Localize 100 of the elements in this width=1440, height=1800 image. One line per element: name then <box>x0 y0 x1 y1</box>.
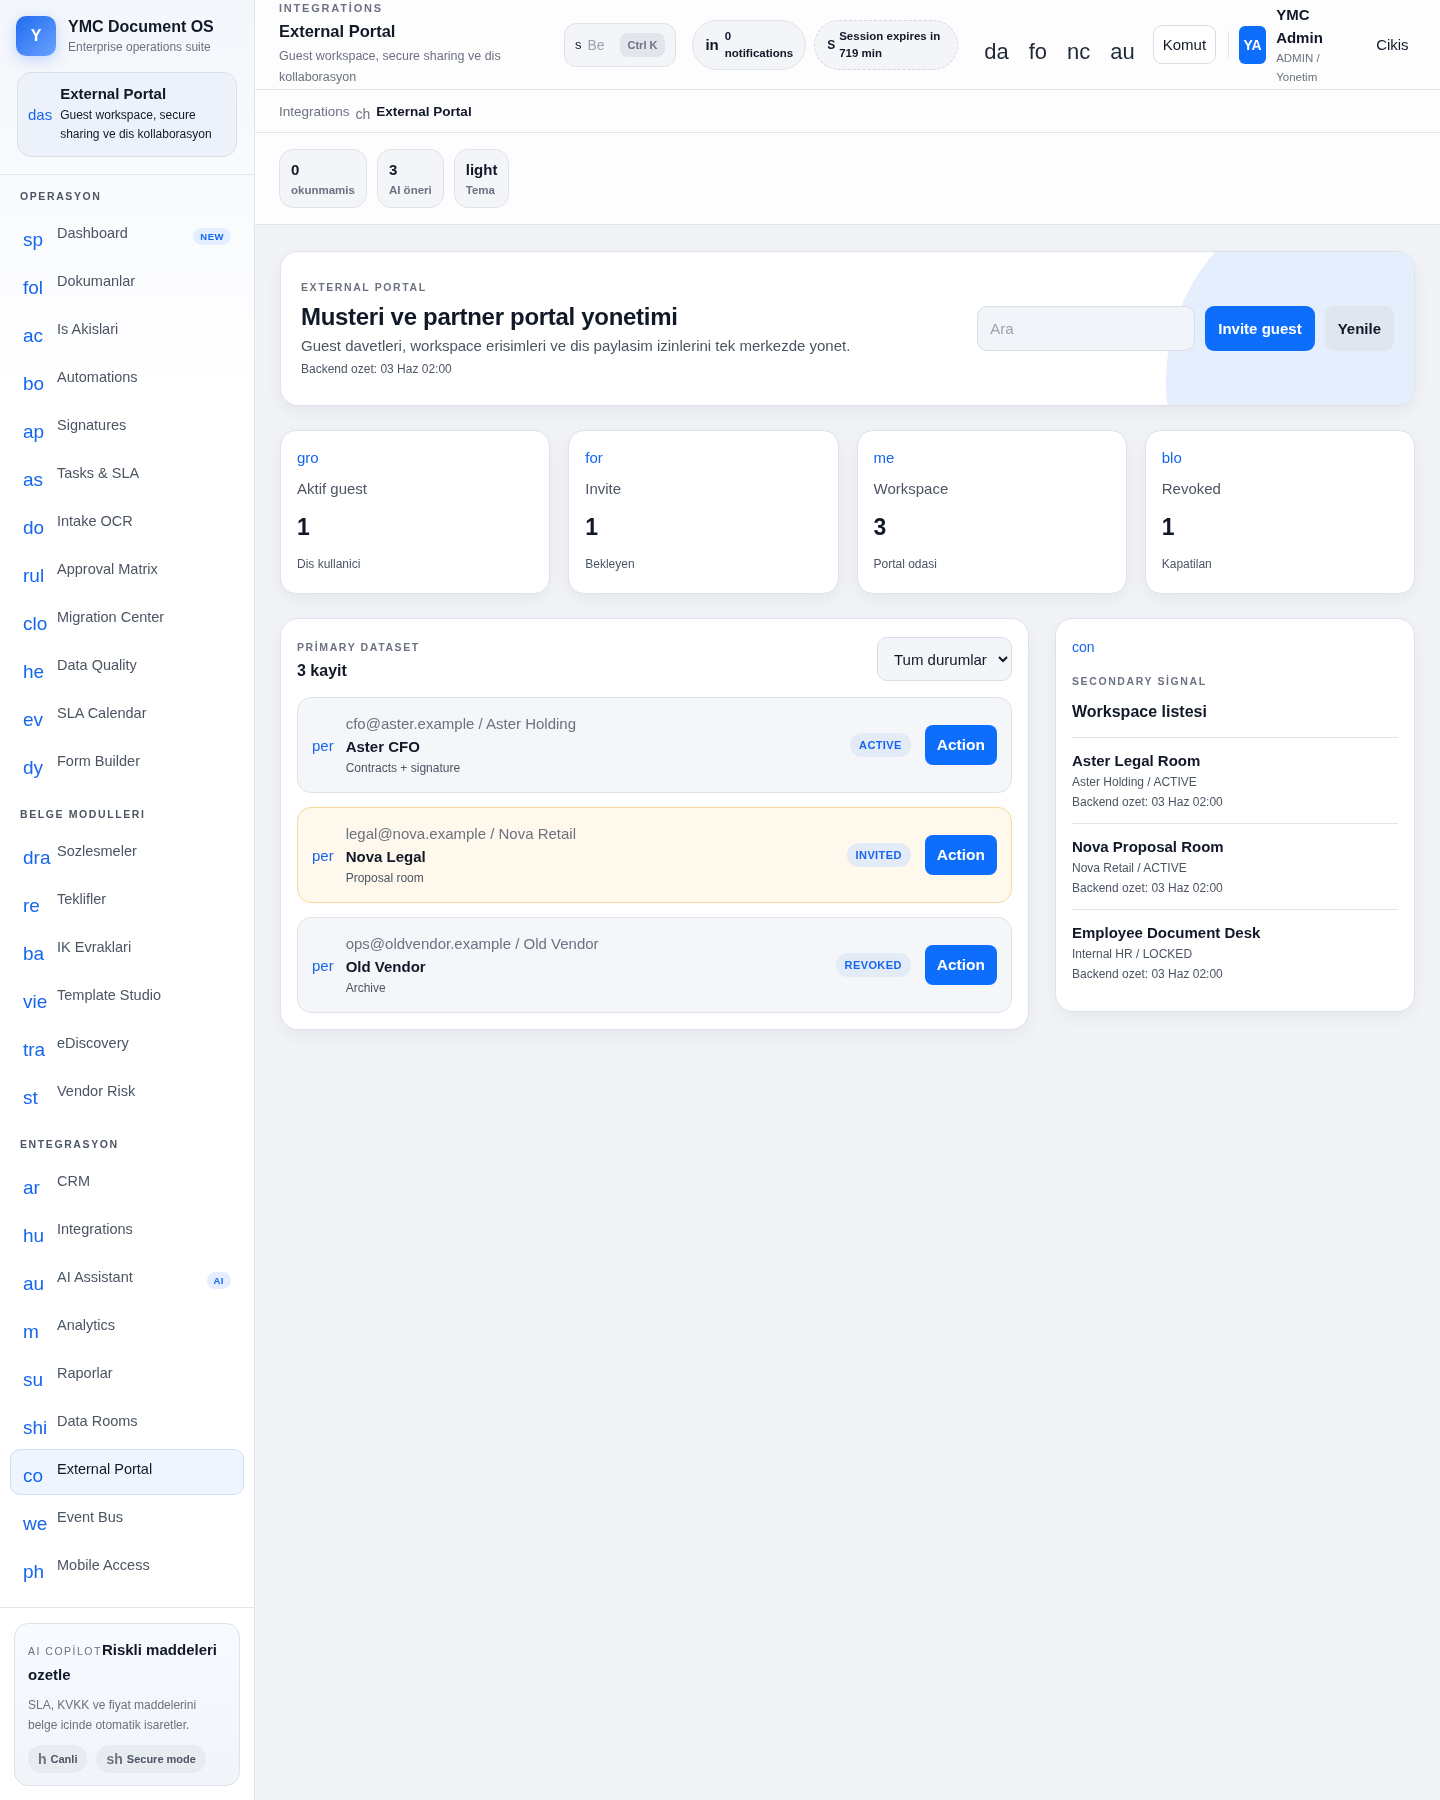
icon-glyph-text: dy <box>23 756 45 779</box>
workspace-updated: Backend ozet: 03 Haz 02:00 <box>1072 967 1224 981</box>
app-subtitle: Enterprise operations suite <box>68 40 212 54</box>
nav-item[interactable]: st Vendor Risk <box>10 1071 244 1117</box>
pill-value: 3 <box>388 161 399 178</box>
workspace-meta: Nova Retail / ACTIVE <box>1072 861 1188 875</box>
icon-glyph-text: as <box>23 468 45 491</box>
invite-button[interactable]: Invite guest <box>1205 306 1315 351</box>
icon-glyph-text: per <box>312 736 334 754</box>
nav-item[interactable]: we Event Bus <box>10 1497 244 1543</box>
nav-item[interactable]: clo Migration Center <box>10 597 244 643</box>
user-role: ADMIN / Yonetim <box>1276 50 1321 85</box>
nav-item[interactable]: dra Sozlesmeler <box>10 831 244 877</box>
pill-label: okunmamis <box>291 184 355 196</box>
logout-button[interactable]: Cikis <box>1370 35 1415 54</box>
toolbar-button[interactable]: fo <box>1028 24 1048 65</box>
icon-glyph-text: shi <box>23 1416 49 1439</box>
guest-name: Aster CFO <box>345 738 421 755</box>
refresh-button[interactable]: Yenile <box>1324 306 1394 351</box>
nav-item[interactable]: shi Data Rooms <box>10 1401 244 1447</box>
toolbar-button[interactable]: au <box>1110 24 1135 65</box>
chip-label: Secure mode <box>126 1753 196 1765</box>
guest-name: Old Vendor <box>345 958 427 975</box>
status-badge: ACTIVE <box>850 733 911 757</box>
status-filter[interactable]: Tum durumlar <box>877 637 1012 681</box>
icon-glyph-text: ar <box>23 1176 41 1199</box>
icon-glyph-text: ba <box>23 942 46 965</box>
nav-item[interactable]: rul Approval Matrix <box>10 549 244 595</box>
breadcrumb-link[interactable]: Integrations <box>279 103 350 119</box>
hero-meta: Backend ozet: 03 Haz 02:00 <box>301 362 453 376</box>
icon-glyph-text: re <box>23 894 41 917</box>
nav-item[interactable]: ar CRM <box>10 1161 244 1207</box>
nav-item[interactable]: m Analytics <box>10 1305 244 1351</box>
stat-note: Kapatilan <box>1161 557 1212 571</box>
icon-glyph-text: blo <box>1161 449 1182 466</box>
icon-glyph-text: das <box>28 106 53 123</box>
stat-note: Dis kullanici <box>297 557 361 571</box>
guest-detail: Archive <box>345 981 387 995</box>
nav-item[interactable]: co External Portal <box>10 1449 244 1495</box>
icon-glyph-text: gro <box>297 449 319 466</box>
nav-item[interactable]: ac Is Akislari <box>10 309 244 355</box>
session-text: Session expires in 719 min <box>839 28 942 61</box>
nav-item[interactable]: su Raporlar <box>10 1353 244 1399</box>
icon-glyph-text: ch <box>355 105 371 122</box>
icon-glyph-text: S <box>827 37 836 52</box>
record-count: 3 kayit <box>297 662 348 680</box>
action-button[interactable]: Action <box>924 725 997 765</box>
copilot-description: SLA, KVKK ve fiyat maddelerini belge icinde otomatik isaretler. <box>28 1697 198 1734</box>
icon-glyph-text: me <box>873 449 895 466</box>
action-button[interactable]: Action <box>924 945 997 985</box>
nav-item[interactable]: hu Integrations <box>10 1209 244 1255</box>
nav-item[interactable]: ba IK Evraklari <box>10 927 244 973</box>
nav-item[interactable]: au AI Assistant AI <box>10 1257 244 1303</box>
icon-glyph-text: we <box>23 1512 49 1535</box>
nav-item[interactable]: as Tasks & SLA <box>10 453 244 499</box>
nav-item[interactable]: tra eDiscovery <box>10 1023 244 1069</box>
icon-glyph-text: au <box>23 1272 46 1295</box>
workspace-name: Nova Proposal Room <box>1072 838 1225 855</box>
guest-detail: Contracts + signature <box>345 761 462 775</box>
stat-value: 1 <box>297 514 310 541</box>
context-description: Guest workspace, secure sharing ve dis kollaborasyon <box>60 107 213 143</box>
icon-glyph-text: co <box>23 1464 45 1487</box>
nav-item[interactable]: vie Template Studio <box>10 975 244 1021</box>
nav-item[interactable]: ph Mobile Access <box>10 1545 244 1591</box>
nav-item[interactable]: dy Form Builder <box>10 741 244 787</box>
action-button[interactable]: Action <box>924 835 997 875</box>
icon-glyph-text: clo <box>23 612 49 635</box>
icon-glyph-text: st <box>23 1086 39 1109</box>
status-badge: REVOKED <box>835 953 911 977</box>
stat-note: Bekleyen <box>585 557 635 571</box>
icon-glyph-text: sp <box>23 228 45 251</box>
section-heading: OPERASYON <box>19 189 103 204</box>
icon-glyph-text: h <box>38 1751 47 1767</box>
command-button[interactable]: Komut <box>1152 25 1217 64</box>
toolbar-button[interactable]: nc <box>1067 24 1091 65</box>
toolbar-button[interactable]: da <box>984 24 1009 65</box>
search-field[interactable]: Be <box>587 36 614 53</box>
hero-eyebrow: EXTERNAL PORTAL <box>301 281 428 293</box>
guest-name: Nova Legal <box>345 848 427 865</box>
guest-contact: legal@nova.example / Nova Retail <box>345 825 578 842</box>
nav-item[interactable]: do Intake OCR <box>10 501 244 547</box>
nav-item[interactable]: ap Signatures <box>10 405 244 451</box>
nav-item[interactable]: ev SLA Calendar <box>10 693 244 739</box>
pill-value: light <box>465 161 498 178</box>
search-field[interactable]: Ara <box>977 306 1196 351</box>
icon-glyph-text: ap <box>23 420 46 443</box>
stat-value: 1 <box>585 514 599 541</box>
nav-item[interactable]: fol Dokumanlar <box>10 261 244 307</box>
chip-label: Canli <box>50 1753 78 1765</box>
stat-label: Aktif guest <box>297 480 368 497</box>
icon-glyph-text: ev <box>23 708 45 731</box>
nav-item[interactable]: sp Dashboard NEW <box>10 213 244 259</box>
nav-item[interactable]: he Data Quality <box>10 645 244 691</box>
nav-badge: AI <box>206 1271 231 1289</box>
stat-note: Portal odasi <box>873 557 937 571</box>
nav-item[interactable]: re Teklifler <box>10 879 244 925</box>
workspace-updated: Backend ozet: 03 Haz 02:00 <box>1072 795 1224 809</box>
nav-item[interactable]: bo Automations <box>10 357 244 403</box>
app-logo: Y <box>16 16 56 56</box>
guest-contact: ops@oldvendor.example / Old Vendor <box>345 935 600 952</box>
